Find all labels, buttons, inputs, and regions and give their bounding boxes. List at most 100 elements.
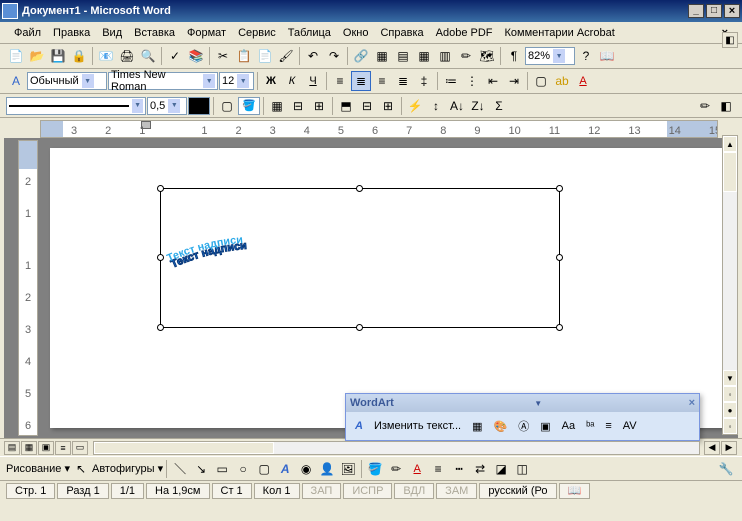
web-view-icon[interactable]: ▦	[21, 441, 37, 455]
outline-view-icon[interactable]: ≡	[55, 441, 71, 455]
style-combo[interactable]: Обычный▼	[27, 72, 107, 90]
next-page-icon[interactable]: ◦	[723, 418, 737, 434]
browse-object-icon[interactable]: ●	[723, 402, 737, 418]
tables-borders-icon[interactable]: ▦	[372, 46, 392, 66]
rectangle-icon[interactable]: ▭	[212, 459, 232, 479]
sort-desc-icon[interactable]: Z↓	[468, 96, 488, 116]
save-icon[interactable]: 💾	[48, 46, 68, 66]
format-painter-icon[interactable]: 🖌	[276, 46, 296, 66]
print-view-icon[interactable]: ▣	[38, 441, 54, 455]
line-style-icon[interactable]: ≡	[428, 459, 448, 479]
cut-icon[interactable]: ✂	[213, 46, 233, 66]
close-button[interactable]: ×	[724, 4, 740, 18]
bold-icon[interactable]: Ж	[261, 71, 281, 91]
borders-icon[interactable]: ▢	[531, 71, 551, 91]
open-icon[interactable]: 📂	[27, 46, 47, 66]
edit-text-button[interactable]: Изменить текст...	[369, 415, 466, 437]
reading-view-icon[interactable]: ▭	[72, 441, 88, 455]
size-combo[interactable]: 12▼	[219, 72, 254, 90]
spellcheck-icon[interactable]: ✓	[165, 46, 185, 66]
scroll-right-icon[interactable]: ▶	[721, 441, 737, 455]
menu-help[interactable]: Справка	[374, 25, 429, 41]
scroll-thumb[interactable]	[723, 152, 737, 192]
line-spacing-icon[interactable]: ‡	[414, 71, 434, 91]
menu-insert[interactable]: Вставка	[128, 25, 181, 41]
autosum-icon[interactable]: Σ	[489, 96, 509, 116]
status-spell-icon[interactable]: 📖	[559, 483, 591, 499]
align-right-icon[interactable]: ≡	[372, 71, 392, 91]
copy-icon[interactable]: 📋	[234, 46, 254, 66]
menu-file[interactable]: Файл	[8, 25, 47, 41]
merge-cells-icon[interactable]: ⊟	[288, 96, 308, 116]
menu-edit[interactable]: Правка	[47, 25, 96, 41]
wordart-toolbar-close-icon[interactable]: ×	[689, 397, 695, 409]
scroll-up-icon[interactable]: ▲	[723, 136, 737, 152]
side-btn-1[interactable]: ◧	[722, 32, 738, 48]
underline-icon[interactable]: Ч	[303, 71, 323, 91]
maximize-button[interactable]: □	[706, 4, 722, 18]
eraser-icon[interactable]: ◧	[716, 96, 736, 116]
textbox-icon[interactable]: ▢	[254, 459, 274, 479]
read-icon[interactable]: 📖	[597, 46, 617, 66]
sort-asc-icon[interactable]: A↓	[447, 96, 467, 116]
split-cells-icon[interactable]: ⊞	[309, 96, 329, 116]
justify-icon[interactable]: ≣	[393, 71, 413, 91]
status-lang[interactable]: русский (Ро	[479, 483, 556, 499]
char-spacing-icon[interactable]: AV	[618, 415, 642, 437]
clipart-icon[interactable]: 👤	[317, 459, 337, 479]
same-heights-icon[interactable]: Aa	[557, 415, 580, 437]
styles-icon[interactable]: A	[6, 71, 26, 91]
distribute-cols-icon[interactable]: ⊞	[378, 96, 398, 116]
line-icon[interactable]: ＼	[170, 459, 190, 479]
horizontal-ruler[interactable]: 32112345678910111213141516	[40, 120, 718, 138]
text-direction-icon[interactable]: ↕	[426, 96, 446, 116]
distribute-rows-icon[interactable]: ⊟	[357, 96, 377, 116]
diagram-icon[interactable]: ◉	[296, 459, 316, 479]
3d-icon[interactable]: ◫	[512, 459, 532, 479]
border-color-icon[interactable]	[188, 97, 210, 115]
line-color-icon[interactable]: ✏	[386, 459, 406, 479]
hyperlink-icon[interactable]: 🔗	[351, 46, 371, 66]
wordart-toolbar[interactable]: WordArt ▼ × A Изменить текст... ▦ 🎨 Ⓐ ▣ …	[345, 393, 700, 441]
insert-table2-icon[interactable]: ▦	[267, 96, 287, 116]
insert-table-icon[interactable]: ▤	[393, 46, 413, 66]
vertical-text-icon[interactable]: ᵇᵃ	[581, 415, 599, 437]
wordart-gallery-icon[interactable]: ▦	[467, 415, 487, 437]
paste-icon[interactable]: 📄	[255, 46, 275, 66]
redo-icon[interactable]: ↷	[324, 46, 344, 66]
highlight-icon[interactable]: ab	[552, 71, 572, 91]
shadow-icon[interactable]: ◪	[491, 459, 511, 479]
select-objects-icon[interactable]: ↖	[71, 459, 91, 479]
shading-color-icon[interactable]: 🪣	[238, 97, 260, 115]
fill-color-icon[interactable]: 🪣	[365, 459, 385, 479]
line-style-combo[interactable]: ▼	[6, 97, 146, 115]
show-para-icon[interactable]: ¶	[504, 46, 524, 66]
menu-table[interactable]: Таблица	[282, 25, 337, 41]
menu-adobe-pdf[interactable]: Adobe PDF	[430, 25, 499, 41]
wordart-toolbar-options-icon[interactable]: ▼	[534, 399, 542, 408]
draw-menu[interactable]: Рисование ▾	[6, 462, 70, 475]
align-top-icon[interactable]: ⬒	[336, 96, 356, 116]
font-color2-icon[interactable]: A	[407, 459, 427, 479]
status-rec[interactable]: ЗАП	[302, 483, 342, 499]
menu-view[interactable]: Вид	[96, 25, 128, 41]
permission-icon[interactable]: 🔒	[69, 46, 89, 66]
menu-window[interactable]: Окно	[337, 25, 375, 41]
prev-page-icon[interactable]: ◦	[723, 386, 737, 402]
align-center-icon[interactable]: ≣	[351, 71, 371, 91]
docmap-icon[interactable]: 🗺	[477, 46, 497, 66]
insert-wordart2-icon[interactable]: A	[275, 459, 295, 479]
outside-border-icon[interactable]: ▢	[217, 96, 237, 116]
outdent-icon[interactable]: ⇤	[483, 71, 503, 91]
line-weight-combo[interactable]: 0,5▼	[147, 97, 187, 115]
excel-icon[interactable]: ▦	[414, 46, 434, 66]
dash-style-icon[interactable]: ┅	[449, 459, 469, 479]
help-icon[interactable]: ?	[576, 46, 596, 66]
columns-icon[interactable]: ▥	[435, 46, 455, 66]
numbering-icon[interactable]: ≔	[441, 71, 461, 91]
print-icon[interactable]: 🖨	[117, 46, 137, 66]
scroll-down-icon[interactable]: ▼	[723, 370, 737, 386]
normal-view-icon[interactable]: ▤	[4, 441, 20, 455]
drawing-icon[interactable]: ✏	[456, 46, 476, 66]
page[interactable]: Текст надписи Текст надписи	[50, 148, 728, 428]
